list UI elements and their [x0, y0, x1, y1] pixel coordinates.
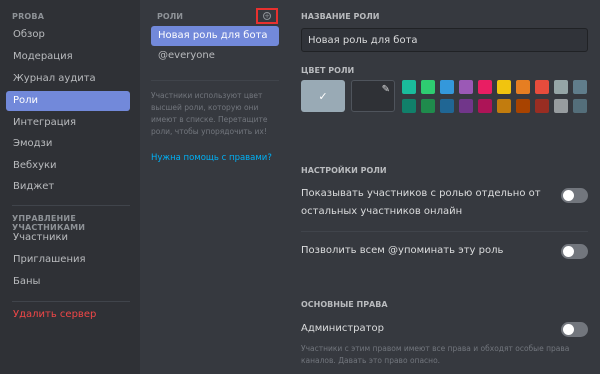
sidebar-item-emoji[interactable]: Эмодзи [6, 134, 130, 154]
check-icon: ✓ [318, 89, 328, 103]
administrator-toggle[interactable] [561, 322, 588, 337]
plus-circle-icon: + [263, 11, 271, 20]
color-swatch[interactable] [478, 99, 492, 113]
color-swatch[interactable] [516, 80, 530, 94]
delete-server-button[interactable]: Удалить сервер [6, 305, 130, 325]
color-swatch[interactable] [440, 99, 454, 113]
sidebar-item-integrations[interactable]: Интеграция [6, 113, 130, 133]
toggle-knob [563, 190, 574, 201]
eyedropper-icon: ✎ [381, 84, 390, 95]
role-name-input[interactable] [301, 28, 588, 52]
mentionable-role-toggle[interactable] [561, 244, 588, 259]
sidebar-item-widget[interactable]: Виджет [6, 177, 130, 197]
color-swatch[interactable] [459, 99, 473, 113]
color-swatch[interactable] [402, 99, 416, 113]
sidebar-item-moderation[interactable]: Модерация [6, 47, 130, 67]
sidebar-item-roles[interactable]: Роли [6, 91, 130, 111]
role-item-everyone[interactable]: @everyone [158, 50, 215, 61]
settings-sidebar: PROBA Обзор Модерация Журнал аудита Роли… [0, 0, 140, 374]
role-color-label: ЦВЕТ РОЛИ [301, 66, 355, 75]
server-section-header: PROBA [12, 12, 45, 21]
color-swatch[interactable] [554, 99, 568, 113]
role-settings-label: НАСТРОЙКИ РОЛИ [301, 166, 387, 175]
color-swatch[interactable] [573, 80, 587, 94]
role-item-selected[interactable]: Новая роль для бота [151, 26, 279, 46]
color-swatch[interactable] [516, 99, 530, 113]
color-swatch[interactable] [421, 80, 435, 94]
default-color-swatch[interactable]: ✓ [301, 80, 345, 112]
sidebar-item-overview[interactable]: Обзор [6, 25, 130, 45]
roles-hint-text: Участники используют цвет высшей роли, к… [151, 91, 268, 136]
color-swatch[interactable] [478, 80, 492, 94]
mentionable-role-label: Позволить всем @упоминать эту роль [301, 245, 504, 256]
sidebar-item-webhooks[interactable]: Вебхуки [6, 156, 130, 176]
administrator-label: Администратор [301, 323, 384, 334]
toggle-knob [563, 324, 574, 335]
color-swatch[interactable] [497, 99, 511, 113]
toggle-knob [563, 246, 574, 257]
settings-divider [301, 231, 588, 232]
color-swatch[interactable] [440, 80, 454, 94]
sidebar-divider [12, 205, 130, 206]
add-role-button[interactable]: + [256, 8, 278, 24]
color-swatch[interactable] [535, 99, 549, 113]
administrator-description: Участники с этим правом имеют все права … [301, 344, 570, 365]
roles-divider [151, 80, 279, 81]
color-swatch[interactable] [497, 80, 511, 94]
general-permissions-label: ОСНОВНЫЕ ПРАВА [301, 300, 388, 309]
sidebar-divider [12, 301, 130, 302]
color-swatch[interactable] [421, 99, 435, 113]
hoist-role-label: Показывать участников с ролью отдельно о… [301, 188, 541, 217]
sidebar-item-invites[interactable]: Приглашения [6, 250, 130, 270]
color-swatch[interactable] [535, 80, 549, 94]
role-name-label: НАЗВАНИЕ РОЛИ [301, 12, 380, 21]
permissions-help-link[interactable]: Нужна помощь с правами? [151, 153, 272, 163]
color-swatch[interactable] [554, 80, 568, 94]
color-swatch[interactable] [573, 99, 587, 113]
roles-header: РОЛИ [157, 12, 184, 21]
hoist-role-toggle[interactable] [561, 188, 588, 203]
color-swatch[interactable] [402, 80, 416, 94]
sidebar-item-audit-log[interactable]: Журнал аудита [6, 69, 130, 89]
custom-color-picker[interactable]: ✎ [351, 80, 395, 112]
color-swatch[interactable] [459, 80, 473, 94]
sidebar-item-bans[interactable]: Баны [6, 272, 130, 292]
sidebar-item-members[interactable]: Участники [6, 228, 130, 248]
